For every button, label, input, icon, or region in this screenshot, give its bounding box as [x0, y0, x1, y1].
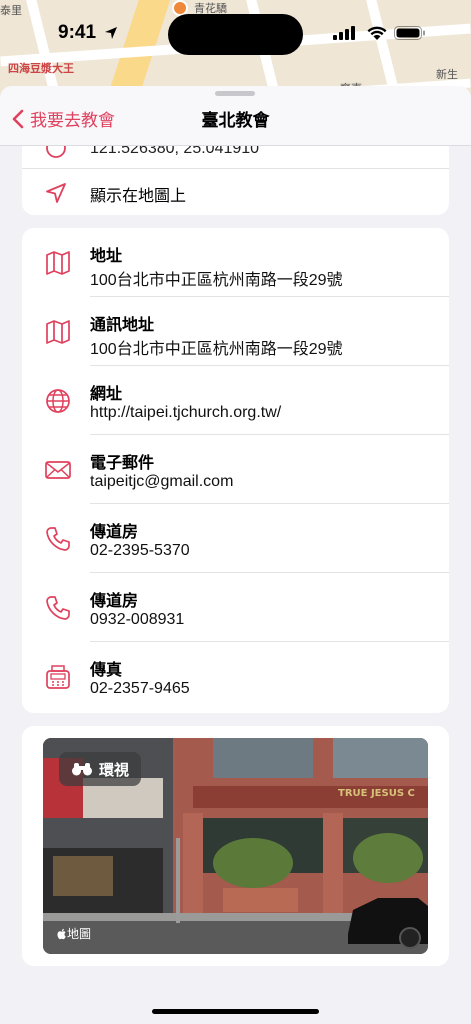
- phone-icon: [46, 527, 70, 551]
- detail-label: 地址: [90, 248, 123, 265]
- coordinates-text: 121.526380, 25.041910: [90, 146, 260, 157]
- mail-icon: [45, 461, 71, 479]
- phone-row[interactable]: 傳道房 0932-008931: [22, 573, 449, 642]
- sheet-grabber[interactable]: [215, 91, 255, 96]
- detail-value: taipeitjc@gmail.com: [90, 473, 234, 490]
- look-around-button[interactable]: 環視: [59, 752, 142, 786]
- map-icon: [46, 251, 70, 275]
- detail-label: 網址: [90, 386, 123, 403]
- location-card: 121.526380, 25.041910 顯示在地圖上: [22, 146, 449, 215]
- apple-logo-icon: [57, 928, 66, 939]
- detail-value: 0932-008931: [90, 611, 185, 628]
- map-street-label: 新生: [436, 68, 458, 81]
- detail-label: 通訊地址: [90, 317, 155, 334]
- status-bar: 9:41: [0, 0, 471, 66]
- detail-label: 電子郵件: [90, 455, 155, 472]
- building-sign-text: TRUE JESUS C: [338, 788, 415, 799]
- cellular-signal-icon: [333, 26, 355, 40]
- globe-icon: [46, 389, 70, 413]
- location-pin-icon: [46, 146, 66, 158]
- email-row[interactable]: 電子郵件 taipeitjc@gmail.com: [22, 435, 449, 504]
- website-row[interactable]: 網址 http://taipei.tjchurch.org.tw/: [22, 366, 449, 435]
- fax-icon: [46, 665, 70, 689]
- show-on-map-row[interactable]: 顯示在地圖上: [22, 168, 449, 215]
- detail-value: 100台北市中正區杭州南路一段29號: [90, 272, 343, 289]
- detail-value: http://taipei.tjchurch.org.tw/: [90, 404, 282, 421]
- status-time: 9:41: [58, 22, 97, 43]
- details-card: 地址 100台北市中正區杭州南路一段29號 通訊地址 100台北市中正區杭州南路…: [22, 228, 449, 713]
- show-on-map-label: 顯示在地圖上: [90, 188, 187, 205]
- maps-badge-label: 地圖: [67, 927, 92, 941]
- home-indicator[interactable]: [152, 1009, 319, 1014]
- battery-icon: [394, 26, 425, 40]
- apple-maps-badge: 地圖: [57, 925, 91, 942]
- location-arrow-icon: [105, 27, 117, 39]
- detail-label: 傳道房: [90, 524, 139, 541]
- page-title: 臺北教會: [201, 111, 270, 130]
- look-around-label: 環視: [99, 761, 130, 779]
- detail-value: 02-2395-5370: [90, 542, 190, 559]
- phone-icon: [46, 596, 70, 620]
- binoculars-icon: [72, 763, 92, 776]
- mailing-address-row[interactable]: 通訊地址 100台北市中正區杭州南路一段29號: [22, 297, 449, 366]
- map-icon: [46, 320, 70, 344]
- dynamic-island: [168, 14, 303, 55]
- location-arrow-icon: [46, 183, 66, 203]
- nav-bar: 我要去教會 臺北教會: [0, 86, 471, 146]
- look-around-card: TRUE JESUS C 環視 地圖: [22, 726, 449, 966]
- detail-value: 02-2357-9465: [90, 680, 190, 697]
- phone-row[interactable]: 傳道房 02-2395-5370: [22, 504, 449, 573]
- detail-label: 傳真: [90, 662, 123, 679]
- detail-sheet: 121.526380, 25.041910 顯示在地圖上 我要去教會 臺北教會 …: [0, 86, 471, 1024]
- wifi-icon: [367, 26, 387, 40]
- look-around-preview[interactable]: TRUE JESUS C 環視 地圖: [43, 738, 428, 954]
- fax-row[interactable]: 傳真 02-2357-9465: [22, 642, 449, 711]
- detail-value: 100台北市中正區杭州南路一段29號: [90, 341, 343, 358]
- address-row[interactable]: 地址 100台北市中正區杭州南路一段29號: [22, 228, 449, 297]
- detail-label: 傳道房: [90, 593, 139, 610]
